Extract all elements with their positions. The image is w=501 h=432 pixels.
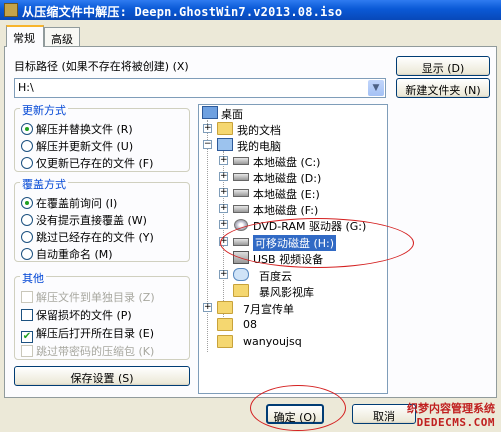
option-label: 解压并更新文件 (U)	[36, 140, 134, 153]
expand-icon[interactable]: +	[219, 220, 228, 229]
tree-item-label: 暴风影视库	[259, 286, 314, 299]
watermark-line2: DEDECMS.COM	[416, 416, 495, 429]
radio-extract-update[interactable]: 解压并更新文件 (U)	[21, 138, 134, 153]
drive-icon	[233, 157, 249, 165]
tree-item-label: wanyoujsq	[243, 335, 302, 348]
tab-advanced[interactable]: 高级	[44, 27, 80, 47]
tree-item-label: 本地磁盘 (D:)	[253, 172, 322, 185]
new-folder-button[interactable]: 新建文件夹 (N)	[396, 78, 490, 98]
chevron-down-icon[interactable]: ▼	[368, 80, 384, 96]
option-label: 在覆盖前询问 (I)	[36, 197, 118, 210]
tree-item-label: 本地磁盘 (F:)	[253, 204, 319, 217]
option-label: 没有提示直接覆盖 (W)	[36, 214, 147, 227]
tab-general[interactable]: 常规	[6, 25, 44, 47]
expand-icon[interactable]: +	[219, 188, 228, 197]
checkbox-checked[interactable]: ✔	[21, 331, 33, 343]
radio-button[interactable]	[21, 140, 33, 152]
folder-icon	[217, 301, 233, 314]
drive-icon	[233, 173, 249, 181]
tree-item-label: 可移动磁盘 (H:)	[253, 235, 337, 251]
checkbox-open-folder[interactable]: ✔ 解压后打开所在目录 (E)	[21, 325, 155, 343]
radio-button[interactable]	[21, 248, 33, 260]
winrar-icon	[4, 3, 18, 17]
option-label: 跳过带密码的压缩包 (K)	[36, 345, 155, 358]
folder-icon	[233, 284, 249, 297]
tree-item-label: USB 视频设备	[253, 253, 324, 266]
drive-icon	[233, 205, 249, 213]
option-label: 跳过已经存在的文件 (Y)	[36, 231, 154, 244]
collapse-icon[interactable]: −	[203, 140, 212, 149]
expand-icon[interactable]: +	[203, 303, 212, 312]
misc-title: 其他	[20, 270, 46, 286]
tree-item-label: 我的文档	[237, 124, 281, 137]
expand-icon[interactable]: +	[219, 237, 228, 246]
option-label: 解压文件到单独目录 (Z)	[36, 291, 155, 304]
dvd-icon	[234, 219, 248, 231]
expand-icon[interactable]: +	[219, 156, 228, 165]
update-mode-group: 更新方式 解压并替换文件 (R) 解压并更新文件 (U) 仅更新已存在的文件 (…	[14, 102, 190, 172]
usb-camera-icon	[233, 251, 249, 264]
target-path-combobox[interactable]: H:\ ▼	[14, 78, 386, 98]
desktop-icon	[202, 106, 218, 119]
watermark: 织梦内容管理系统 DEDECMS.COM	[407, 400, 495, 429]
checkbox[interactable]	[21, 309, 33, 321]
checkbox[interactable]	[21, 345, 33, 357]
radio-ask-before-overwrite[interactable]: 在覆盖前询问 (I)	[21, 195, 118, 210]
radio-button[interactable]	[21, 197, 33, 209]
ok-button[interactable]: 确定 (O)	[266, 404, 324, 424]
folder-icon	[217, 122, 233, 135]
expand-icon[interactable]: +	[203, 124, 212, 133]
checkbox-skip-password[interactable]: 跳过带密码的压缩包 (K)	[21, 343, 155, 358]
radio-button[interactable]	[21, 231, 33, 243]
option-label: 保留损坏的文件 (P)	[36, 309, 132, 322]
tree-item-label: 我的电脑	[237, 140, 281, 153]
radio-extract-replace[interactable]: 解压并替换文件 (R)	[21, 121, 133, 136]
folder-icon	[217, 318, 233, 331]
overwrite-mode-group: 覆盖方式 在覆盖前询问 (I) 没有提示直接覆盖 (W) 跳过已经存在的文件 (…	[14, 176, 190, 262]
folder-icon	[217, 335, 233, 348]
title-bar[interactable]: 从压缩文件中解压: Deepn.GhostWin7.v2013.08.iso	[0, 0, 501, 20]
radio-overwrite-without-prompt[interactable]: 没有提示直接覆盖 (W)	[21, 212, 147, 227]
expand-icon[interactable]: +	[219, 204, 228, 213]
overwrite-mode-title: 覆盖方式	[20, 176, 68, 192]
checkbox[interactable]	[21, 291, 33, 303]
tree-item-label: 7月宣传单	[243, 303, 294, 316]
option-label: 仅更新已存在的文件 (F)	[36, 157, 154, 170]
cloud-icon	[233, 268, 249, 281]
radio-update-existing[interactable]: 仅更新已存在的文件 (F)	[21, 155, 154, 170]
checkbox-separate-folder[interactable]: 解压文件到单独目录 (Z)	[21, 289, 155, 304]
tree-item-label: 08	[243, 318, 257, 331]
tree-item-label: 本地磁盘 (C:)	[253, 156, 321, 169]
show-button[interactable]: 显示 (D)	[396, 56, 490, 76]
tree-item-label: 桌面	[221, 108, 243, 121]
tree-item-label: 百度云	[259, 270, 292, 283]
window-title: 从压缩文件中解压: Deepn.GhostWin7.v2013.08.iso	[22, 5, 343, 19]
extract-dialog: 从压缩文件中解压: Deepn.GhostWin7.v2013.08.iso 常…	[0, 0, 501, 432]
expand-icon[interactable]: +	[219, 270, 228, 279]
misc-options-group: 其他 解压文件到单独目录 (Z) 保留损坏的文件 (P) ✔ 解压后打开所在目录 …	[14, 270, 190, 360]
radio-button[interactable]	[21, 214, 33, 226]
option-label: 自动重命名 (M)	[36, 248, 113, 261]
radio-button[interactable]	[21, 157, 33, 169]
radio-auto-rename[interactable]: 自动重命名 (M)	[21, 246, 113, 261]
computer-icon	[217, 138, 233, 151]
option-label: 解压并替换文件 (R)	[36, 123, 133, 136]
radio-skip-existing[interactable]: 跳过已经存在的文件 (Y)	[21, 229, 154, 244]
folder-tree[interactable]: 桌面 + 我的文档 − 我的电脑 + 本地磁盘 (C:) + 本地磁盘 (D:)…	[198, 104, 388, 394]
radio-button[interactable]	[21, 123, 33, 135]
drive-icon	[233, 189, 249, 197]
save-settings-button[interactable]: 保存设置 (S)	[14, 366, 190, 386]
tree-item-label: 本地磁盘 (E:)	[253, 188, 320, 201]
checkbox-keep-broken[interactable]: 保留损坏的文件 (P)	[21, 307, 132, 322]
option-label: 解压后打开所在目录 (E)	[36, 327, 155, 340]
drive-icon	[233, 238, 249, 246]
expand-icon[interactable]: +	[219, 172, 228, 181]
watermark-line1: 织梦内容管理系统	[407, 402, 495, 415]
target-path-label: 目标路径 (如果不存在将被创建) (X)	[14, 60, 189, 73]
tree-item-label: DVD-RAM 驱动器 (G:)	[253, 220, 367, 233]
target-path-value: H:\	[18, 81, 34, 94]
update-mode-title: 更新方式	[20, 102, 68, 118]
tree-line	[207, 120, 208, 352]
